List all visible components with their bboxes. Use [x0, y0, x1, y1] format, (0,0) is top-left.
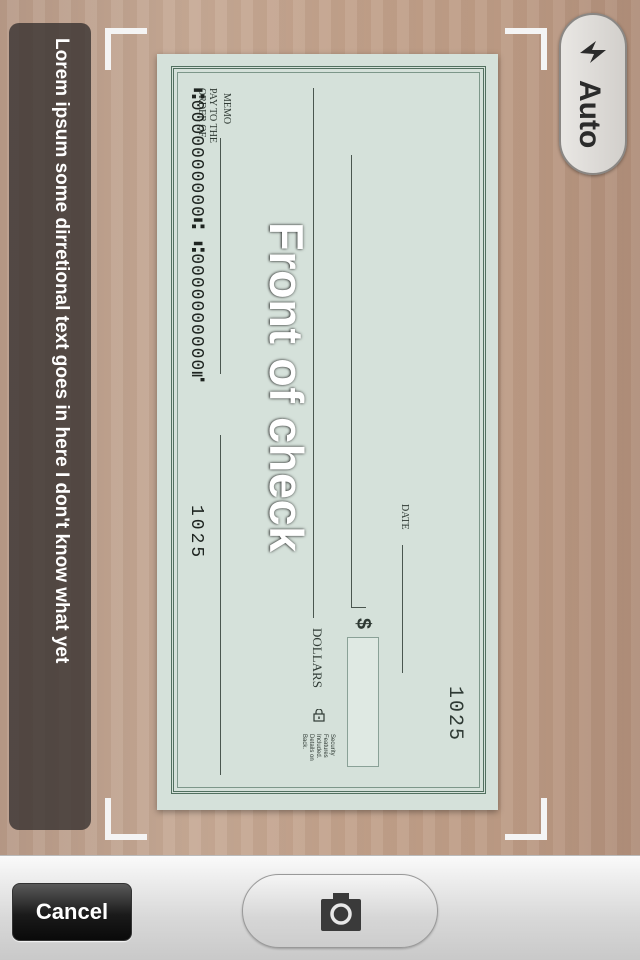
cancel-button[interactable]: Cancel [12, 883, 132, 941]
pay-to-line [351, 155, 352, 607]
lightning-bolt-icon [580, 41, 606, 63]
frame-corner-top-right [505, 28, 547, 70]
date-label: DATE [399, 504, 410, 530]
frame-corner-top-left [105, 28, 147, 70]
capture-side-title: Front of check [260, 222, 313, 553]
micr-check-number: 1025 [186, 505, 206, 561]
flash-mode-label: Auto [573, 80, 606, 149]
payee-bracket [351, 607, 366, 608]
security-note: Security Features Included. Details on B… [301, 734, 335, 761]
memo-line [220, 138, 221, 374]
camera-viewfinder: PAY TO THE ORDER OF MEMO DATE $ DOLLARS … [0, 0, 640, 855]
date-line [402, 545, 403, 673]
memo-label: MEMO [221, 93, 232, 125]
dollars-label: DOLLARS [310, 628, 325, 688]
micr-routing-line: ⑆0000000000⑆ ⑆0000000000⑈ [186, 88, 206, 384]
shutter-button[interactable] [242, 874, 438, 948]
check-number: 1025 [443, 686, 466, 743]
instruction-text: Lorem ipsum some dirretional text goes i… [51, 38, 72, 664]
dollar-sign: $ [352, 618, 374, 630]
check-border [171, 66, 486, 794]
frame-corner-bottom-right [505, 798, 547, 840]
camera-icon [321, 893, 361, 931]
frame-corner-bottom-left [105, 798, 147, 840]
amount-box [347, 637, 379, 767]
lock-icon [313, 709, 325, 722]
signature-line [220, 435, 221, 775]
